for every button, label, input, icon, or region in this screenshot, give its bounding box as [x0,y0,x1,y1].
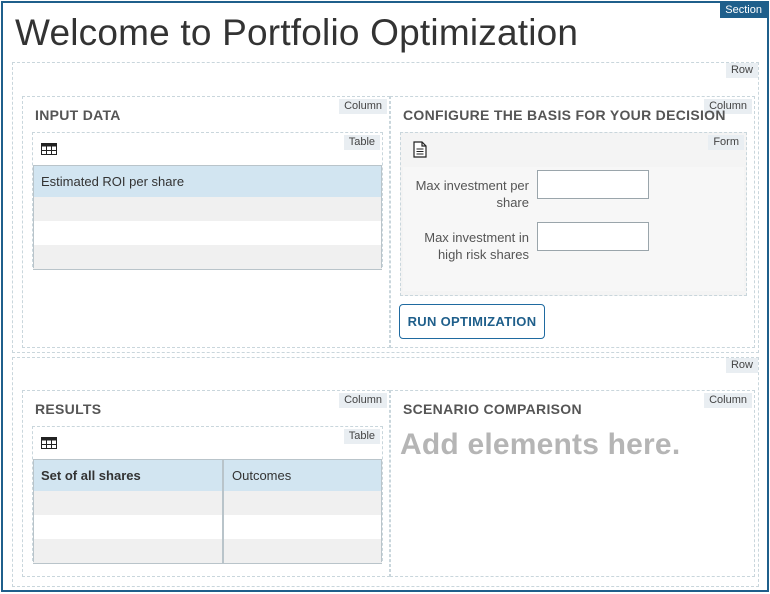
scenario-comparison-heading: SCENARIO COMPARISON [403,401,582,417]
max-investment-per-share-input[interactable] [537,170,649,199]
page-title: Welcome to Portfolio Optimization [15,12,579,53]
form-tag: Form [708,135,744,150]
input-data-table[interactable]: Table Estimated ROI per share [32,132,383,270]
max-investment-high-risk-input[interactable] [537,222,649,251]
table-cell [33,515,224,539]
column-input-data: Column INPUT DATA Table Estimated ROI pe… [22,96,390,348]
column-configure: Column CONFIGURE THE BASIS FOR YOUR DECI… [390,96,755,348]
column-header-outcomes[interactable]: Outcomes [224,460,382,491]
table-icon [41,143,57,155]
table-icon [41,437,57,449]
max-investment-per-share-label: Max investment per share [415,178,529,210]
table-header-row: Estimated ROI per share [33,166,382,197]
configure-heading: CONFIGURE THE BASIS FOR YOUR DECISION [403,107,726,123]
column-header-set-of-all-shares[interactable]: Set of all shares [33,460,224,491]
table-tag: Table [343,429,380,444]
document-icon [413,141,427,158]
table-cell [224,539,382,563]
table-cell [224,515,382,539]
results-table[interactable]: Table Set of all shares Outcomes [32,426,383,564]
row-tag: Row [725,63,758,78]
table-header-row: Set of all shares Outcomes [33,460,382,491]
column-tag: Column [339,393,387,408]
table-cell [33,491,224,515]
input-data-grid: Estimated ROI per share [33,165,382,270]
run-optimization-button[interactable]: RUN OPTIMIZATION [399,304,545,339]
page-section: Section Welcome to Portfolio Optimizatio… [1,1,769,592]
table-row[interactable] [33,221,382,245]
row-tag: Row [725,358,758,373]
table-cell [224,491,382,515]
column-scenario-comparison: Column SCENARIO COMPARISON Add elements … [390,390,755,577]
column-tag: Column [704,393,752,408]
table-tag: Table [343,135,380,150]
section-tag: Section [720,3,767,18]
table-row[interactable] [33,539,382,563]
row-2: Row Column RESULTS Table Set of all shar… [12,357,759,587]
input-data-heading: INPUT DATA [35,107,121,123]
column-tag: Column [339,99,387,114]
table-row[interactable] [33,197,382,221]
form-body: Max investment per share Max investment … [403,167,744,291]
table-row[interactable] [33,515,382,539]
configure-form: Form Max investment per share Max invest… [400,132,747,296]
results-heading: RESULTS [35,401,102,417]
results-grid: Set of all shares Outcomes [33,459,382,564]
row-1: Row Column INPUT DATA Table Estimated RO… [12,62,759,353]
table-row[interactable] [33,245,382,269]
table-cell [33,539,224,563]
column-results: Column RESULTS Table Set of all shares O… [22,390,390,577]
add-elements-placeholder[interactable]: Add elements here. [400,428,680,462]
max-investment-high-risk-label: Max investment in high risk shares [424,230,529,262]
table-row[interactable] [33,491,382,515]
column-header-estimated-roi[interactable]: Estimated ROI per share [33,166,192,197]
